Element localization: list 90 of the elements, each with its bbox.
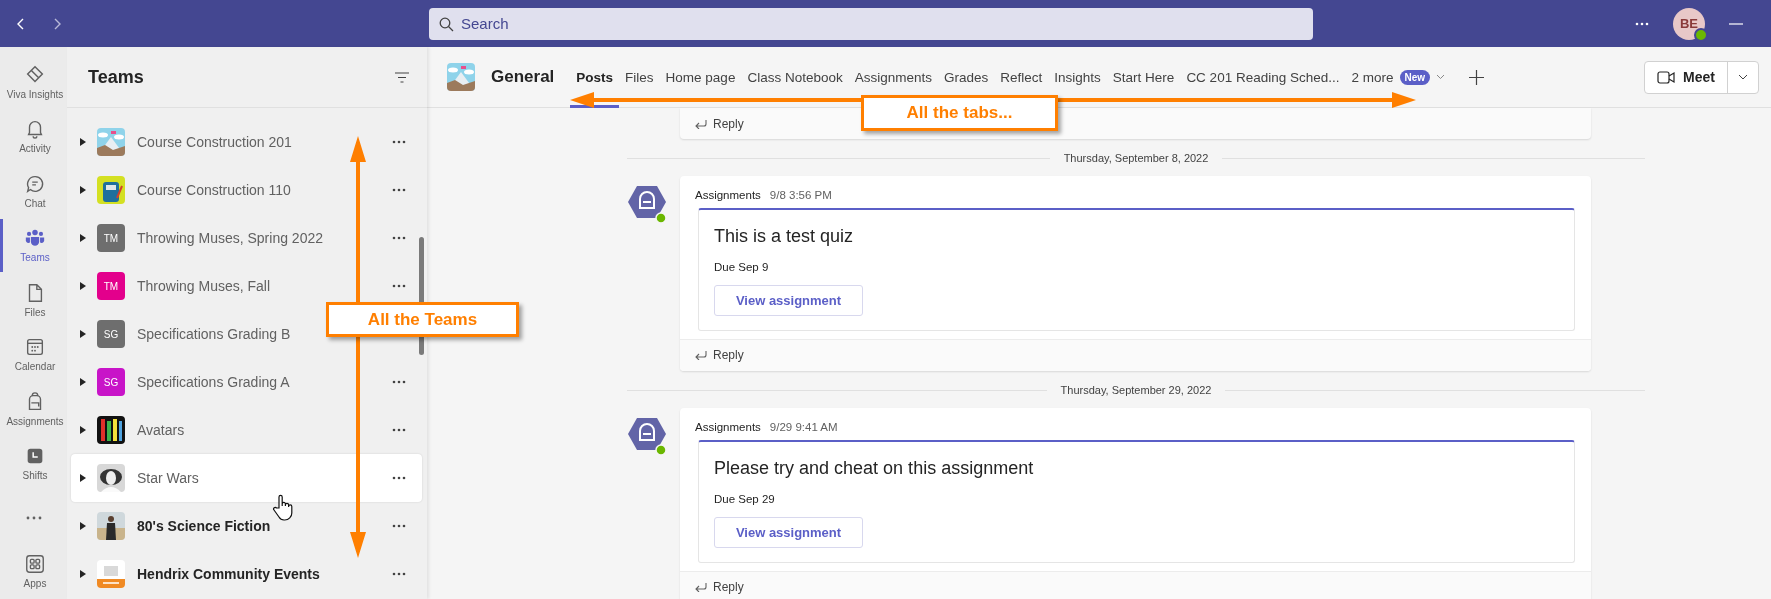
user-avatar[interactable]: BE	[1673, 7, 1705, 40]
team-name: 80's Science Fiction	[137, 518, 272, 534]
team-row[interactable]: Avatars	[71, 406, 422, 454]
team-row[interactable]: SG Specifications Grading A	[71, 358, 422, 406]
reply-icon	[694, 582, 707, 592]
reply-icon	[694, 350, 707, 360]
search-icon	[439, 16, 454, 32]
view-assignment-button[interactable]: View assignment	[714, 517, 863, 548]
expand-icon[interactable]	[80, 474, 86, 482]
date-separator: Thursday, September 8, 2022	[1063, 152, 1209, 164]
team-avatar: TM	[97, 224, 125, 252]
date-separator: Thursday, September 29, 2022	[1060, 384, 1212, 396]
rail-item[interactable]: Assignments	[0, 382, 67, 436]
team-row[interactable]: Star Wars	[71, 454, 422, 502]
annotation-tooltip: All the tabs...	[861, 95, 1058, 131]
tab[interactable]: Home page	[659, 46, 742, 108]
team-name: Star Wars	[137, 470, 200, 486]
rail-item[interactable]: Viva Insights	[0, 55, 67, 109]
expand-icon[interactable]	[80, 234, 86, 242]
tab[interactable]: Files	[619, 46, 660, 108]
team-avatar: TM	[97, 272, 125, 300]
expand-icon[interactable]	[80, 426, 86, 434]
rail-item[interactable]: Files	[0, 273, 67, 327]
assignment-title: Please try and cheat on this assignment	[714, 458, 1035, 479]
rail-item[interactable]: Apps	[0, 544, 67, 598]
rail-item[interactable]: Shifts	[0, 436, 67, 490]
rail-item[interactable]: Chat	[0, 164, 67, 218]
team-avatar: SG	[97, 320, 125, 348]
reply-icon	[694, 118, 707, 129]
reply-link[interactable]: Reply	[694, 116, 744, 131]
expand-icon[interactable]	[80, 282, 86, 290]
tab[interactable]: Class Notebook	[741, 46, 849, 108]
team-name: Specifications Grading B	[137, 326, 292, 342]
timestamp: 9/29 9:41 AM	[769, 421, 838, 433]
team-name: Course Construction 201	[137, 134, 293, 150]
expand-icon[interactable]	[80, 186, 86, 194]
team-avatar: SG	[97, 368, 125, 396]
video-camera-icon	[1657, 70, 1676, 84]
sender-name: Assignments	[695, 189, 761, 201]
team-row[interactable]: Hendrix Community Events	[71, 550, 422, 598]
panel-title: Teams	[88, 66, 144, 88]
expand-icon[interactable]	[80, 378, 86, 386]
filter-icon[interactable]	[395, 71, 409, 83]
team-name: Specifications Grading A	[137, 374, 291, 390]
view-assignment-button[interactable]: View assignment	[714, 285, 863, 316]
more-options-icon[interactable]	[392, 428, 406, 432]
expand-icon[interactable]	[80, 138, 86, 146]
add-icon[interactable]	[1469, 69, 1485, 85]
channel-name: General	[491, 67, 555, 87]
bot-avatar-icon	[627, 416, 667, 456]
more-options-icon[interactable]	[392, 380, 406, 384]
expand-icon[interactable]	[80, 570, 86, 578]
more-options-icon[interactable]	[392, 188, 406, 192]
expand-icon[interactable]	[80, 330, 86, 338]
more-options-icon[interactable]	[392, 572, 406, 576]
timestamp: 9/8 3:56 PM	[769, 189, 832, 201]
chevron-down-icon	[1436, 74, 1446, 80]
more-options-icon[interactable]	[392, 236, 406, 240]
team-name: Avatars	[137, 422, 186, 438]
more-options-icon[interactable]	[1635, 21, 1649, 26]
due-date: Due Sep 29	[714, 493, 776, 505]
tab[interactable]: CC 201 Reading Sched...	[1180, 46, 1346, 108]
more-options-icon[interactable]	[392, 140, 406, 144]
sender-name: Assignments	[695, 421, 761, 433]
more-options-icon[interactable]	[392, 284, 406, 288]
tab[interactable]: Start Here	[1106, 46, 1181, 108]
more-apps-icon[interactable]	[25, 515, 42, 520]
team-name: Throwing Muses, Spring 2022	[137, 230, 324, 246]
rail-item[interactable]: Calendar	[0, 327, 67, 381]
expand-icon[interactable]	[80, 522, 86, 530]
search-field[interactable]: Search	[429, 7, 1313, 40]
more-options-icon[interactable]	[392, 476, 406, 480]
new-badge: New	[1399, 69, 1431, 85]
reply-link[interactable]: Reply	[694, 348, 744, 362]
annotation-tooltip: All the Teams	[326, 302, 519, 337]
team-name: Hendrix Community Events	[137, 566, 321, 582]
team-name: Course Construction 110	[137, 182, 292, 198]
chevron-down-icon	[1738, 74, 1748, 80]
more-tabs-button[interactable]: 2 more New	[1345, 69, 1452, 85]
due-date: Due Sep 9	[714, 261, 770, 273]
team-name: Throwing Muses, Fall	[137, 278, 272, 294]
reply-link[interactable]: Reply	[694, 580, 744, 594]
assignment-title: This is a test quiz	[714, 226, 855, 247]
minimize-icon[interactable]	[1729, 22, 1743, 25]
apps-icon	[24, 553, 46, 576]
team-row[interactable]: Course Construction 110	[71, 166, 422, 214]
bot-avatar-icon	[627, 184, 667, 224]
rail-item[interactable]: Activity	[0, 109, 67, 163]
team-row[interactable]: TM Throwing Muses, Spring 2022	[71, 214, 422, 262]
more-options-icon[interactable]	[392, 524, 406, 528]
